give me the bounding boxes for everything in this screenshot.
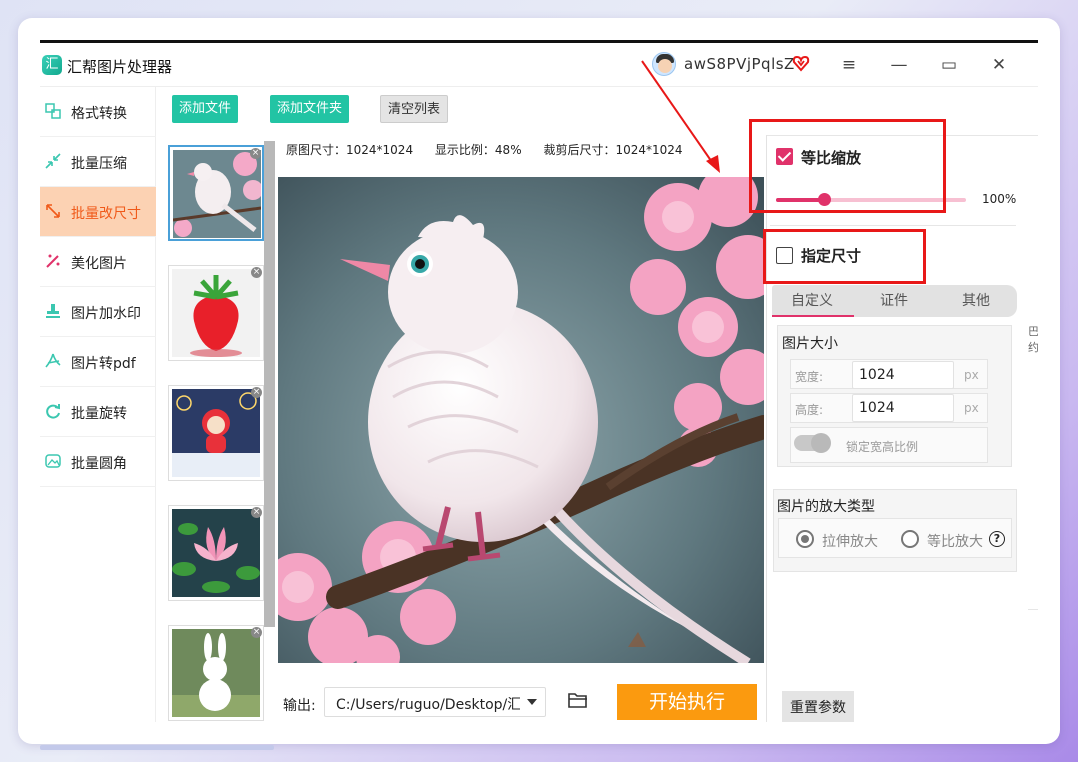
- vip-heart-icon[interactable]: [792, 54, 810, 72]
- output-label: 输出:: [283, 698, 316, 714]
- toggle-knob: [811, 433, 831, 453]
- remove-thumbnail-icon[interactable]: ×: [251, 267, 262, 278]
- format-convert-icon: [45, 103, 61, 119]
- character-thumbnail-image: [172, 389, 260, 477]
- resize-icon: [46, 204, 60, 218]
- beautify-icon: [46, 254, 60, 268]
- sidebar-item-beautify[interactable]: 美化图片: [40, 237, 156, 287]
- app-title: 汇帮图片处理器: [67, 58, 173, 76]
- thumbnail-bird[interactable]: ×: [168, 145, 264, 241]
- title-bar: 汇 汇帮图片处理器 awS8PVjPqlsZ ≡ — ▭ ✕: [40, 43, 1038, 87]
- divider: [766, 135, 767, 722]
- height-unit: px: [964, 401, 979, 415]
- sidebar-item-label: 格式转换: [71, 106, 127, 122]
- add-folder-button[interactable]: 添加文件夹: [270, 95, 350, 123]
- thumbnail-list: × × × × ×: [166, 141, 270, 722]
- help-icon[interactable]: ?: [989, 531, 1005, 547]
- remove-thumbnail-icon[interactable]: ×: [251, 387, 262, 398]
- round-corner-icon: [45, 454, 61, 468]
- proportional-enlarge-label: 等比放大: [927, 534, 983, 550]
- sidebar-item-label: 批量压缩: [71, 156, 127, 172]
- thumbnail-lotus[interactable]: ×: [168, 505, 264, 601]
- remove-thumbnail-icon[interactable]: ×: [250, 148, 261, 159]
- add-file-button[interactable]: 添加文件: [172, 95, 239, 123]
- size-type-tabs: 自定义 证件 其他: [772, 285, 1017, 317]
- maximize-icon[interactable]: ▭: [934, 51, 964, 79]
- annotation-arrow: [641, 60, 720, 173]
- close-icon[interactable]: ✕: [984, 51, 1014, 79]
- sidebar-item-watermark[interactable]: 图片加水印: [40, 287, 156, 337]
- stretch-radio[interactable]: [796, 530, 814, 548]
- height-label: 高度:: [795, 403, 824, 417]
- taskbar-indicator: [40, 745, 274, 750]
- output-path-select[interactable]: C:/Users/ruguo/Desktop/汇帮: [324, 687, 546, 717]
- sidebar-item-to-pdf[interactable]: 图片转pdf: [40, 337, 156, 387]
- sidebar-item-compress[interactable]: 批量压缩: [40, 137, 156, 187]
- reset-params-button[interactable]: 重置参数: [782, 691, 854, 722]
- annotation-box: [763, 229, 926, 284]
- width-label: 宽度:: [795, 370, 824, 384]
- rabbit-thumbnail-image: [172, 629, 260, 717]
- image-size-title: 图片大小: [782, 336, 838, 352]
- enlarge-type-title: 图片的放大类型: [777, 499, 875, 515]
- app-window: 汇 汇帮图片处理器 awS8PVjPqlsZ ≡ — ▭ ✕ 格式转换 批量压缩…: [40, 40, 1038, 722]
- sidebar-item-format-convert[interactable]: 格式转换: [40, 87, 156, 137]
- original-size-text: 原图尺寸：1024*1024: [286, 143, 414, 157]
- chevron-down-icon: [527, 699, 537, 705]
- sidebar-item-label: 批量圆角: [71, 456, 127, 472]
- image-preview: [278, 177, 764, 663]
- strawberry-thumbnail-image: [172, 269, 260, 357]
- sidebar-item-label: 图片加水印: [71, 306, 141, 322]
- clear-list-button[interactable]: 清空列表: [380, 95, 449, 123]
- hamburger-menu-icon[interactable]: ≡: [834, 51, 864, 79]
- lotus-thumbnail-image: [172, 509, 260, 597]
- tab-custom[interactable]: 自定义: [772, 285, 852, 317]
- sidebar-item-round-corner[interactable]: 批量圆角: [40, 437, 156, 487]
- width-unit: px: [964, 368, 979, 382]
- proportional-enlarge-radio[interactable]: [901, 530, 919, 548]
- sidebar-item-resize[interactable]: 批量改尺寸: [40, 187, 156, 237]
- stretch-label: 拉伸放大: [822, 534, 878, 550]
- annotation-box: [749, 119, 946, 213]
- sidebar-item-rotate[interactable]: 批量旋转: [40, 387, 156, 437]
- height-input[interactable]: 1024: [852, 394, 954, 422]
- tab-id-photo[interactable]: 证件: [854, 285, 934, 317]
- clipped-edge-text: 巴约: [1028, 325, 1038, 354]
- width-input[interactable]: 1024: [852, 361, 954, 389]
- remove-thumbnail-icon[interactable]: ×: [251, 627, 262, 638]
- app-logo-icon: 汇: [42, 55, 62, 75]
- thumbnail-character[interactable]: ×: [168, 385, 264, 481]
- output-path-value: C:/Users/ruguo/Desktop/汇帮: [336, 697, 520, 713]
- sidebar-item-label: 批量旋转: [71, 406, 127, 422]
- minimize-icon[interactable]: —: [884, 51, 914, 79]
- active-tab-underline: [772, 315, 854, 317]
- lock-ratio-toggle[interactable]: [794, 433, 831, 453]
- rotate-icon: [46, 404, 60, 419]
- sidebar-item-label: 美化图片: [71, 256, 127, 272]
- to-pdf-icon: [45, 353, 61, 368]
- sidebar-item-label: 图片转pdf: [71, 356, 136, 372]
- compress-icon: [45, 153, 61, 169]
- watermark-icon: [46, 304, 60, 318]
- thumbnail-rabbit[interactable]: ×: [168, 625, 264, 721]
- remove-thumbnail-icon[interactable]: ×: [251, 507, 262, 518]
- sidebar-item-label: 批量改尺寸: [71, 206, 141, 222]
- tab-other[interactable]: 其他: [936, 285, 1016, 317]
- thumbnail-scrollbar[interactable]: [264, 141, 275, 627]
- start-button[interactable]: 开始执行: [617, 684, 757, 720]
- bird-thumbnail-image: [172, 150, 263, 238]
- sidebar: 格式转换 批量压缩 批量改尺寸 美化图片 图片加水印 图片转pdf 批量旋转 批…: [40, 87, 156, 722]
- divider: [770, 225, 1016, 226]
- bird-preview-image: [278, 177, 764, 663]
- folder-icon[interactable]: [568, 691, 588, 709]
- lock-ratio-label: 锁定宽高比例: [846, 440, 919, 454]
- divider: [1028, 609, 1038, 610]
- display-ratio-text: 显示比例：48%: [434, 143, 522, 157]
- scale-value: 100%: [982, 192, 1017, 206]
- thumbnail-strawberry[interactable]: ×: [168, 265, 264, 361]
